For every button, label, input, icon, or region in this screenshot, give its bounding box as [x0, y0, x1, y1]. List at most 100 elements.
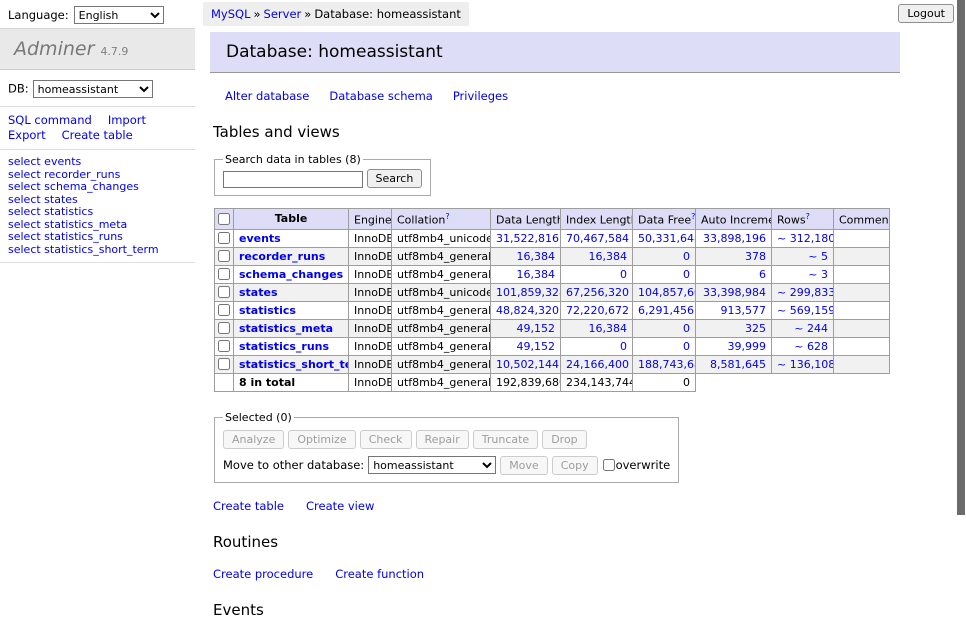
breadcrumb-link-mysql[interactable]: MySQL — [211, 7, 251, 21]
data-length-link[interactable]: 31,522,816 — [496, 232, 559, 245]
data-length-link[interactable]: 48,824,320 — [496, 304, 559, 317]
auto-increment-link[interactable]: 913,577 — [721, 304, 767, 317]
index-length-link[interactable]: 24,166,400 — [566, 358, 629, 371]
index-length-link[interactable]: 67,256,320 — [566, 286, 629, 299]
index-length-link[interactable]: 0 — [620, 340, 627, 353]
data-free-link[interactable]: 188,743,680 — [638, 358, 696, 371]
row-checkbox[interactable] — [218, 250, 230, 262]
index-length-link[interactable]: 70,467,584 — [566, 232, 629, 245]
breadcrumb-link-server[interactable]: Server — [264, 7, 302, 21]
sidebar-select-link[interactable]: select statistics_runs — [8, 231, 187, 244]
scrollbar-thumb[interactable] — [957, 0, 965, 515]
index-length-cell: 0 — [561, 265, 633, 283]
column-header-label: Data Free — [638, 214, 691, 227]
copy-button[interactable]: Copy — [552, 456, 598, 475]
db-select[interactable]: homeassistant — [33, 80, 153, 98]
data-length-link[interactable]: 16,384 — [517, 250, 556, 263]
row-checkbox[interactable] — [218, 358, 230, 370]
language-select[interactable]: English — [74, 6, 164, 24]
database-action-link[interactable]: Database schema — [329, 89, 432, 103]
move-button[interactable]: Move — [500, 456, 548, 475]
drop-button[interactable]: Drop — [542, 430, 586, 449]
rows-link[interactable]: ~ 244 — [794, 322, 828, 335]
index-length-link[interactable]: 72,220,672 — [566, 304, 629, 317]
sidebar-select-link[interactable]: select events — [8, 156, 187, 169]
row-checkbox[interactable] — [218, 304, 230, 316]
create-link[interactable]: Create view — [306, 499, 374, 513]
table-name-link[interactable]: statistics_meta — [239, 322, 333, 335]
row-checkbox[interactable] — [218, 286, 230, 298]
rows-link[interactable]: ~ 136,108 — [777, 358, 834, 371]
data-length-link[interactable]: 10,502,144 — [496, 358, 559, 371]
sidebar-select-link[interactable]: select statistics — [8, 206, 187, 219]
data-free-link[interactable]: 104,857,600 — [638, 286, 696, 299]
check-button[interactable]: Check — [360, 430, 412, 449]
rows-link[interactable]: ~ 299,833 — [777, 286, 834, 299]
data-length-link[interactable]: 101,859,328 — [496, 286, 561, 299]
index-length-link[interactable]: 16,384 — [589, 250, 628, 263]
data-free-link[interactable]: 0 — [683, 340, 690, 353]
table-name-link[interactable]: recorder_runs — [239, 250, 325, 263]
table-name-link[interactable]: statistics — [239, 304, 296, 317]
auto-increment-link[interactable]: 8,581,645 — [710, 358, 766, 371]
routine-link[interactable]: Create function — [335, 567, 424, 581]
auto-increment-link[interactable]: 378 — [745, 250, 766, 263]
collation-cell: utf8mb4_unicode_ci — [392, 283, 491, 301]
data-free-link[interactable]: 0 — [683, 268, 690, 281]
auto-increment-link[interactable]: 39,999 — [728, 340, 767, 353]
data-free-link[interactable]: 6,291,456 — [638, 304, 694, 317]
data-length-link[interactable]: 49,152 — [517, 322, 556, 335]
table-name-link[interactable]: statistics_short_term — [239, 358, 349, 371]
rows-link[interactable]: ~ 628 — [794, 340, 828, 353]
row-checkbox[interactable] — [218, 232, 230, 244]
table-name-link[interactable]: statistics_runs — [239, 340, 329, 353]
sidebar-action-link[interactable]: Create table — [62, 128, 133, 142]
data-length-link[interactable]: 16,384 — [517, 268, 556, 281]
table-row: statistics_runsInnoDButf8mb4_general_ci4… — [215, 337, 890, 355]
analyze-button[interactable]: Analyze — [223, 430, 284, 449]
sidebar-select-link[interactable]: select statistics_short_term — [8, 244, 187, 257]
column-help-link[interactable]: ? — [691, 212, 695, 221]
logout-button[interactable]: Logout — [898, 4, 954, 23]
data-free-link[interactable]: 0 — [683, 250, 690, 263]
data-free-link[interactable]: 50,331,648 — [638, 232, 696, 245]
auto-increment-link[interactable]: 325 — [745, 322, 766, 335]
table-name-link[interactable]: schema_changes — [239, 268, 343, 281]
sidebar-select-link[interactable]: select schema_changes — [8, 181, 187, 194]
search-button[interactable]: Search — [367, 169, 423, 188]
auto-increment-link[interactable]: 6 — [759, 268, 766, 281]
data-length-link[interactable]: 49,152 — [517, 340, 556, 353]
rows-link[interactable]: ~ 3 — [808, 268, 828, 281]
rows-link[interactable]: ~ 5 — [808, 250, 828, 263]
data-free-link[interactable]: 0 — [683, 322, 690, 335]
overwrite-checkbox[interactable] — [603, 459, 615, 471]
index-length-link[interactable]: 0 — [620, 268, 627, 281]
sidebar-action-link[interactable]: Export — [8, 128, 46, 142]
rows-link[interactable]: ~ 569,159 — [777, 304, 834, 317]
database-action-link[interactable]: Privileges — [453, 89, 508, 103]
sidebar-action-link[interactable]: Import — [108, 113, 146, 127]
select-all-checkbox[interactable] — [218, 213, 230, 225]
index-length-link[interactable]: 16,384 — [589, 322, 628, 335]
row-checkbox[interactable] — [218, 322, 230, 334]
column-help-link[interactable]: ? — [445, 212, 449, 221]
routine-link[interactable]: Create procedure — [213, 567, 313, 581]
table-name-link[interactable]: states — [239, 286, 278, 299]
row-checkbox[interactable] — [218, 268, 230, 280]
rows-link[interactable]: ~ 312,180 — [777, 232, 834, 245]
engine-cell: InnoDB — [349, 355, 392, 373]
scrollbar-track[interactable] — [956, 0, 966, 543]
database-action-link[interactable]: Alter database — [225, 89, 309, 103]
create-link[interactable]: Create table — [213, 499, 284, 513]
repair-button[interactable]: Repair — [416, 430, 469, 449]
truncate-button[interactable]: Truncate — [473, 430, 538, 449]
move-database-select[interactable]: homeassistant — [368, 456, 496, 474]
sidebar-action-link[interactable]: SQL command — [8, 113, 92, 127]
column-help-link[interactable]: ? — [806, 212, 810, 221]
search-input[interactable] — [223, 171, 363, 188]
auto-increment-link[interactable]: 33,398,984 — [703, 286, 766, 299]
row-checkbox[interactable] — [218, 340, 230, 352]
table-name-link[interactable]: events — [239, 232, 281, 245]
auto-increment-link[interactable]: 33,898,196 — [703, 232, 766, 245]
optimize-button[interactable]: Optimize — [288, 430, 355, 449]
